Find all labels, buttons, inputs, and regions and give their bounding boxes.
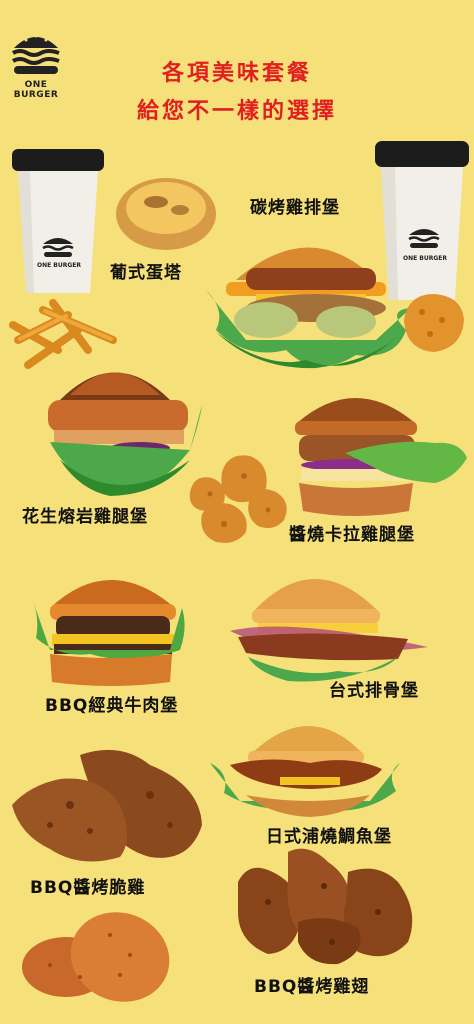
label-taiwanese-pork-burger: 台式排骨堡 [329,681,419,701]
bbq-beef-burger-image [30,558,190,690]
cup-logo-icon [406,223,442,253]
label-egg-tart: 葡式蛋塔 [110,263,182,283]
label-charcoal-chicken-burger: 碳烤雞排堡 [250,198,340,218]
label-peanut-lava-chicken-burger: 花生熔岩雞腿堡 [22,507,148,527]
egg-tart-image [114,172,218,254]
title-line-1: 各項美味套餐 [161,60,312,86]
japanese-eel-burger-image [210,703,400,825]
bbq-chicken-wings-image [228,842,420,968]
label-bbq-beef-burger: BBQ經典牛肉堡 [45,696,179,716]
hash-brown-image [20,905,172,1005]
drink-cup-left [10,145,106,295]
bbq-crispy-chicken-image [10,745,206,867]
cup-logo-icon [40,232,76,262]
taiwanese-pork-burger-image [228,553,428,685]
label-sauce-karaage-chicken-burger: 醬燒卡拉雞腿堡 [289,525,415,545]
drink-cup-right [373,137,471,302]
label-bbq-chicken-wings: BBQ醬烤雞翅 [254,977,370,997]
peanut-lava-chicken-burger-image [40,350,205,500]
title-line-2: 給您不一樣的選擇 [136,98,337,124]
cup-brand-text: ONE BURGER [36,262,82,269]
menu-poster: ONE BURGER 各項美味套餐 給您不一樣的選擇 ONE BURGER 葡式… [0,0,474,1024]
label-bbq-crispy-chicken: BBQ醬烤脆雞 [30,878,146,898]
cup-brand-text: ONE BURGER [402,255,448,262]
chicken-nugget-image [398,290,468,356]
sauce-karaage-chicken-burger-image [285,383,470,518]
chicken-nuggets-image [188,452,292,547]
